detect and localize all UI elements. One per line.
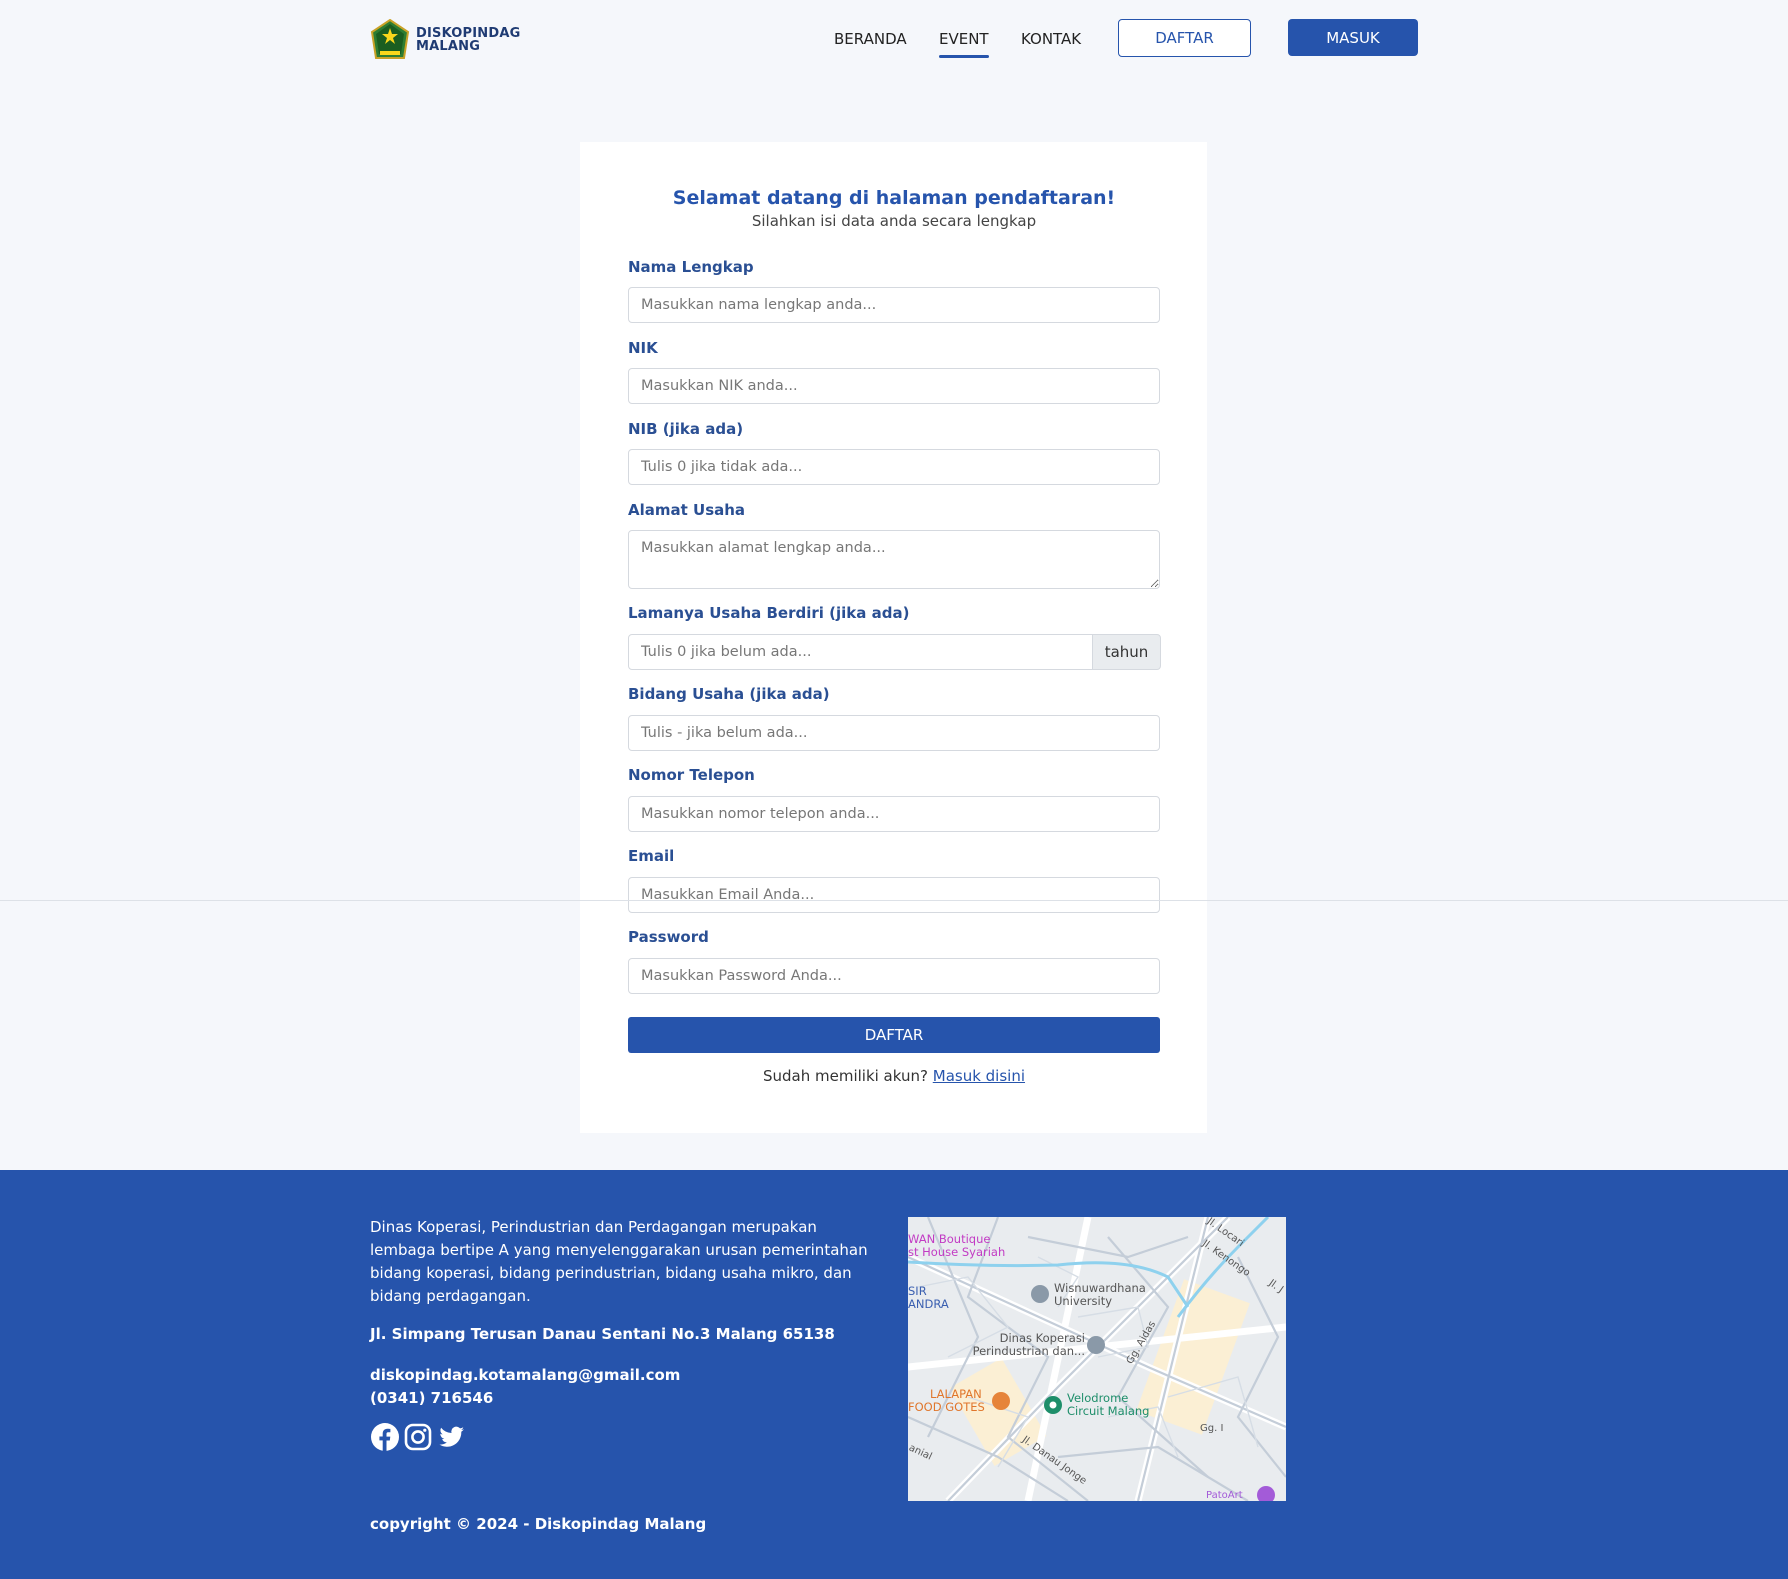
alamat-usaha-label: Alamat Usaha	[628, 501, 746, 519]
map-label-wisnuwardhana-1: Wisnuwardhana	[1054, 1281, 1146, 1295]
nama-lengkap-input[interactable]	[628, 287, 1160, 323]
lama-usaha-input[interactable]	[628, 634, 1093, 670]
twitter-icon[interactable]	[436, 1422, 466, 1452]
map-label-patoart: PatoArt	[1206, 1490, 1243, 1501]
footer: Dinas Koperasi, Perindustrian dan Perdag…	[0, 1170, 1788, 1579]
nik-label: NIK	[628, 339, 658, 357]
location-map[interactable]: WAN Boutique st House Syariah SIR ANDRA …	[908, 1217, 1286, 1501]
login-prompt-text: Sudah memiliki akun?	[762, 1067, 928, 1085]
navbar: DISKOPINDAG MALANG BERANDA EVENT KONTAK …	[0, 0, 1788, 78]
form-subtitle: Silahkan isi data anda secara lengkap	[751, 212, 1037, 230]
map-label-sir: SIR	[908, 1284, 927, 1298]
nib-input[interactable]	[628, 449, 1160, 485]
form-title: Selamat datang di halaman pendaftaran!	[672, 187, 1116, 209]
nik-input[interactable]	[628, 368, 1160, 404]
map-label-lalapan-1: LALAPAN	[930, 1387, 982, 1401]
nav-event[interactable]: EVENT	[939, 30, 989, 58]
map-label-guest-house: st House Syariah	[908, 1245, 1006, 1259]
map-label-dinas-1: Dinas Koperasi	[999, 1331, 1085, 1345]
footer-phone: (0341) 716546	[370, 1389, 494, 1407]
login-prompt: Sudah memiliki akun? Masuk disini	[0, 1067, 1788, 1085]
map-label-andra: ANDRA	[908, 1297, 949, 1311]
bidang-usaha-label: Bidang Usaha (jika ada)	[628, 685, 830, 703]
daftar-nav-button[interactable]: DAFTAR	[1118, 19, 1251, 57]
map-label-dinas-2: Perindustrian dan...	[972, 1344, 1085, 1358]
nomor-telepon-label: Nomor Telepon	[628, 766, 755, 784]
email-input[interactable]	[628, 877, 1160, 913]
copyright-text: copyright © 2024 - Diskopindag Malang	[370, 1515, 707, 1533]
alamat-usaha-textarea[interactable]	[628, 530, 1160, 589]
facebook-icon[interactable]	[370, 1422, 400, 1452]
nomor-telepon-input[interactable]	[628, 796, 1160, 832]
nama-lengkap-label: Nama Lengkap	[628, 258, 754, 276]
masuk-disini-link[interactable]: Masuk disini	[933, 1067, 1025, 1085]
nav-kontak[interactable]: KONTAK	[1021, 30, 1081, 48]
social-links	[370, 1422, 466, 1452]
footer-email[interactable]: diskopindag.kotamalang@gmail.com	[370, 1366, 680, 1384]
map-label-wisnuwardhana-2: University	[1054, 1294, 1113, 1308]
tahun-addon: tahun	[1092, 634, 1161, 670]
map-label-gg-i: Gg. I	[1200, 1423, 1224, 1434]
email-label: Email	[628, 847, 675, 865]
masuk-nav-button[interactable]: MASUK	[1288, 19, 1418, 56]
brand-logo[interactable]: DISKOPINDAG MALANG	[370, 19, 521, 61]
brand-name: DISKOPINDAG MALANG	[416, 27, 521, 53]
lama-usaha-label: Lamanya Usaha Berdiri (jika ada)	[628, 604, 910, 622]
bidang-usaha-input[interactable]	[628, 715, 1160, 751]
map-label-wan-boutique: WAN Boutique	[908, 1232, 991, 1246]
divider-line	[0, 900, 1788, 901]
footer-description: Dinas Koperasi, Perindustrian dan Perdag…	[370, 1218, 868, 1305]
nib-label: NIB (jika ada)	[628, 420, 744, 438]
map-label-lalapan-2: FOOD GOTES	[908, 1400, 985, 1414]
brand-name-line2: MALANG	[416, 39, 481, 54]
footer-address: Jl. Simpang Terusan Danau Sentani No.3 M…	[370, 1325, 835, 1343]
password-input[interactable]	[628, 958, 1160, 994]
map-label-velodrome-1: Velodrome	[1067, 1391, 1129, 1405]
nav-beranda[interactable]: BERANDA	[834, 30, 907, 48]
instagram-icon[interactable]	[403, 1422, 433, 1452]
password-label: Password	[628, 928, 709, 946]
city-emblem-icon	[370, 19, 410, 59]
daftar-submit-button[interactable]: DAFTAR	[628, 1017, 1160, 1053]
map-label-velodrome-2: Circuit Malang	[1067, 1404, 1150, 1418]
